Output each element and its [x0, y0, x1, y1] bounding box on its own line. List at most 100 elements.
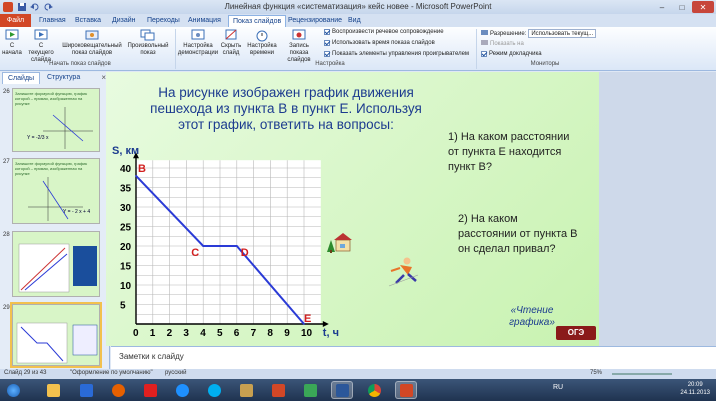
presenter-view-checkbox[interactable]: Режим докладчика: [481, 51, 542, 57]
chrome-icon: [367, 383, 381, 397]
slide[interactable]: На рисунке изображен график движения пеш…: [106, 72, 599, 346]
graph-point: [236, 245, 238, 247]
tab-insert[interactable]: Вставка: [71, 15, 105, 27]
thumbnail-formula: Y = - 2 x + 4: [63, 209, 91, 215]
x-tick-label: 1: [150, 328, 156, 339]
show-on-select[interactable]: Показать на: [481, 40, 524, 47]
notes-pane[interactable]: Заметки к слайду: [111, 346, 716, 369]
media-player-icon: [79, 383, 93, 397]
x-tick-label: 2: [167, 328, 173, 339]
tab-view[interactable]: Вид: [344, 15, 365, 27]
thumbnail-graph: [43, 107, 93, 149]
taskbar-folder[interactable]: [235, 381, 257, 399]
checkbox-checked-icon: [324, 29, 330, 35]
y-tick-label: 25: [120, 223, 132, 234]
tab-outline[interactable]: Структура: [42, 72, 85, 84]
taskbar-ie[interactable]: [171, 381, 193, 399]
start-button[interactable]: [2, 381, 24, 399]
tab-design[interactable]: Дизайн: [108, 15, 140, 27]
tab-slideshow[interactable]: Показ слайдов: [228, 15, 287, 27]
tab-slides[interactable]: Слайды: [2, 72, 41, 84]
slide-title: На рисунке изображен график движения пеш…: [150, 85, 422, 132]
x-tick-label: 7: [251, 328, 257, 339]
firefox-icon: [111, 383, 125, 397]
slide-thumbnail[interactable]: [12, 231, 100, 297]
powerpoint-icon: [399, 383, 413, 397]
x-tick-label: 8: [267, 328, 273, 339]
hide-slide-button[interactable]: Скрыть слайд: [218, 28, 244, 57]
custom-show-button[interactable]: Произвольный показ: [126, 28, 170, 57]
broadcast-button[interactable]: Широковещательный показ слайдов: [60, 28, 124, 57]
rehearse-timings-button[interactable]: Настройка времени: [247, 28, 277, 57]
group-monitors-label: Мониторы: [530, 61, 560, 67]
resolution-row: Разрешение: Использовать текущ...: [481, 29, 597, 38]
rehearse-timings-label: Настройка времени: [247, 43, 277, 56]
resolution-label: Разрешение:: [490, 30, 527, 37]
maximize-button[interactable]: □: [672, 1, 692, 13]
taskbar: RU 20:09 24.11.2013: [0, 379, 716, 401]
skype-icon: [207, 383, 221, 397]
narration-label: Воспроизвести речевое сопровождение: [332, 29, 444, 35]
system-clock[interactable]: 20:09 24.11.2013: [680, 381, 710, 397]
taskbar-media-player[interactable]: [75, 381, 97, 399]
zoom-level[interactable]: 75%: [590, 370, 602, 376]
x-tick-label: 0: [133, 328, 139, 339]
setup-show-button[interactable]: Настройка демонстрации: [178, 28, 218, 57]
close-button[interactable]: ✕: [692, 1, 714, 13]
taskbar-powerpoint[interactable]: [395, 381, 417, 399]
taskbar-firefox[interactable]: [107, 381, 129, 399]
monitor-icon: [481, 40, 488, 45]
start-from-beginning-button[interactable]: С начала: [2, 28, 22, 57]
show-on-label: Показать на: [490, 40, 524, 47]
tab-file[interactable]: Файл: [0, 14, 31, 27]
taskbar-yandex[interactable]: [139, 381, 161, 399]
exam-badge: ОГЭ: [556, 326, 596, 340]
start-from-current-button[interactable]: С текущего слайда: [26, 28, 56, 64]
minimize-button[interactable]: –: [652, 1, 672, 13]
slide-thumbnail[interactable]: Запишите формулой функцию, график которо…: [12, 88, 100, 152]
slide-number: 26: [3, 89, 10, 95]
group-start-label: Начать показ слайдов: [49, 61, 111, 67]
taskbar-word[interactable]: [331, 381, 353, 399]
group-setup-label: Настройка: [315, 61, 345, 67]
tab-transitions[interactable]: Переходы: [143, 15, 184, 27]
controls-checkbox[interactable]: Показать элементы управления проигрывате…: [324, 51, 469, 57]
language-indicator[interactable]: русский: [165, 370, 187, 376]
taskbar-office[interactable]: [267, 381, 289, 399]
taskbar-app[interactable]: [299, 381, 321, 399]
timings-label: Использовать время показа слайдов: [332, 40, 435, 46]
timings-checkbox[interactable]: Использовать время показа слайдов: [324, 40, 435, 46]
slide-thumbnail[interactable]: Запишите формулой функцию, график которо…: [12, 158, 100, 224]
x-tick-label: 10: [301, 328, 313, 339]
record-icon: [292, 29, 306, 40]
narration-checkbox[interactable]: Воспроизвести речевое сопровождение: [324, 29, 444, 35]
presenter-view-label: Режим докладчика: [489, 51, 542, 57]
tab-animation[interactable]: Анимация: [184, 15, 225, 27]
y-tick-label: 40: [120, 164, 132, 175]
y-tick-label: 10: [120, 281, 132, 292]
custom-show-icon: [140, 29, 155, 41]
resolution-select[interactable]: Использовать текущ...: [528, 29, 597, 38]
taskbar-explorer[interactable]: [42, 381, 64, 399]
x-tick-label: 6: [234, 328, 240, 339]
monitor-icon: [481, 30, 488, 35]
ribbon-separator: [476, 29, 477, 69]
title-bar: Линейная функция «систематизация» кейс н…: [0, 0, 716, 14]
checkbox-checked-icon: [324, 51, 330, 57]
taskbar-chrome[interactable]: [363, 381, 385, 399]
record-show-button[interactable]: Запись показа слайдов: [279, 28, 319, 64]
taskbar-skype[interactable]: [203, 381, 225, 399]
ribbon: С начала С текущего слайда Широковещател…: [0, 27, 716, 71]
start-from-beginning-label: С начала: [2, 43, 22, 56]
tab-home[interactable]: Главная: [35, 15, 70, 27]
folder-icon: [46, 383, 60, 397]
point-label: D: [241, 247, 249, 259]
word-icon: [335, 383, 349, 397]
tab-review[interactable]: Рецензирование: [284, 15, 346, 27]
y-tick-label: 5: [120, 301, 126, 312]
custom-show-label: Произвольный показ: [127, 43, 169, 56]
input-language[interactable]: RU: [553, 384, 563, 391]
slide-thumbnail-selected[interactable]: [10, 302, 102, 368]
question-2: 2) На каком расстоянии от пункта В он сд…: [458, 213, 578, 255]
zoom-slider[interactable]: [612, 373, 672, 375]
